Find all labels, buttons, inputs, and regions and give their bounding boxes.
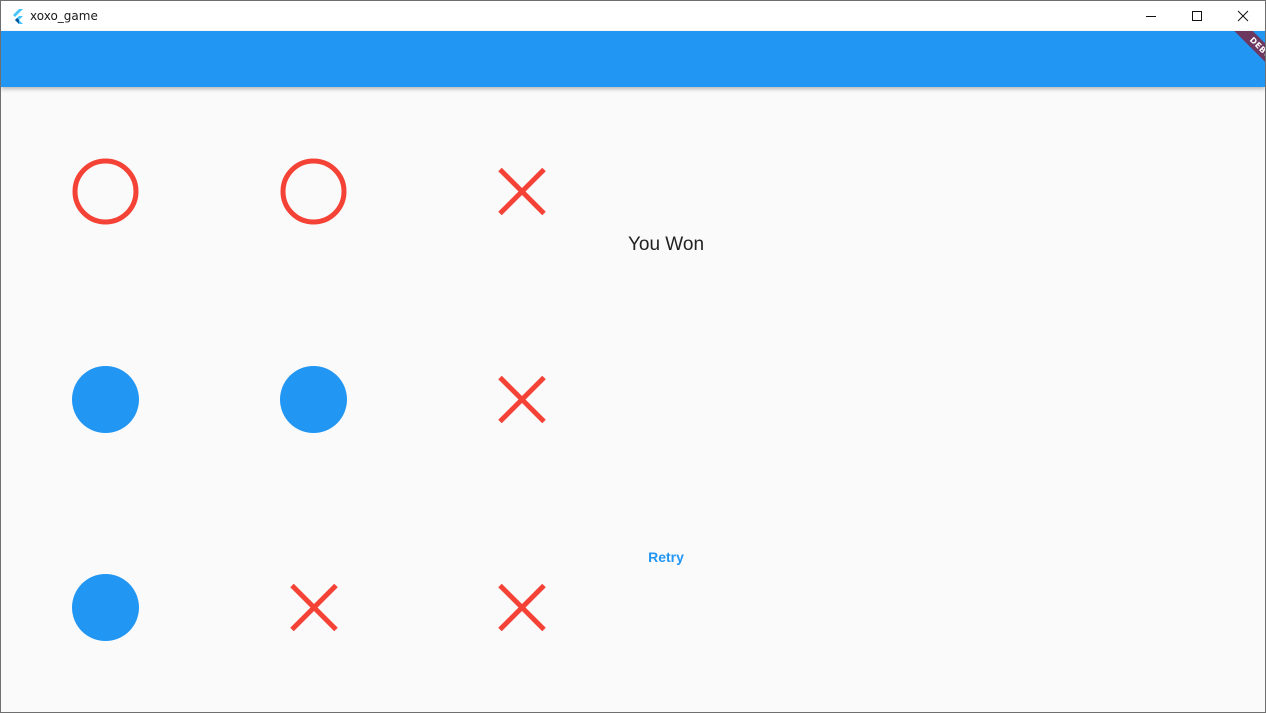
o-ring-icon bbox=[280, 158, 347, 225]
app-bar bbox=[1, 31, 1265, 87]
maximize-button[interactable] bbox=[1174, 1, 1220, 31]
board-cell-1-1[interactable] bbox=[209, 295, 417, 503]
board-cell-2-1[interactable] bbox=[209, 503, 417, 711]
x-mark-icon bbox=[498, 167, 546, 216]
board-cell-2-2[interactable] bbox=[417, 503, 625, 711]
filled-circle-icon bbox=[72, 366, 139, 433]
filled-circle-icon bbox=[280, 366, 347, 433]
window-title: xoxo_game bbox=[30, 9, 98, 23]
app-window: xoxo_game DEBUG You Won Retry bbox=[0, 0, 1266, 713]
debug-banner-label: DEBUG bbox=[1226, 31, 1265, 87]
board-cell-1-2[interactable] bbox=[417, 295, 625, 503]
board-cell-0-2[interactable] bbox=[417, 87, 625, 295]
close-icon bbox=[1237, 10, 1249, 22]
board-cell-0-0[interactable] bbox=[1, 87, 209, 295]
retry-button[interactable]: Retry bbox=[626, 541, 706, 573]
board-cell-2-0[interactable] bbox=[1, 503, 209, 711]
x-mark-icon bbox=[498, 583, 546, 632]
title-bar: xoxo_game bbox=[1, 1, 1265, 31]
maximize-icon bbox=[1192, 11, 1202, 21]
filled-circle-icon bbox=[72, 574, 139, 641]
status-message: You Won bbox=[627, 234, 705, 255]
debug-banner: DEBUG bbox=[1209, 31, 1265, 87]
board-cell-1-0[interactable] bbox=[1, 295, 209, 503]
game-board bbox=[1, 87, 626, 712]
close-button[interactable] bbox=[1220, 1, 1265, 31]
minimize-button[interactable] bbox=[1128, 1, 1174, 31]
board-cell-0-1[interactable] bbox=[209, 87, 417, 295]
minimize-icon bbox=[1146, 16, 1156, 17]
x-mark-icon bbox=[290, 583, 338, 632]
flutter-logo-icon bbox=[13, 9, 23, 24]
o-ring-icon bbox=[72, 158, 139, 225]
x-mark-icon bbox=[498, 375, 546, 424]
